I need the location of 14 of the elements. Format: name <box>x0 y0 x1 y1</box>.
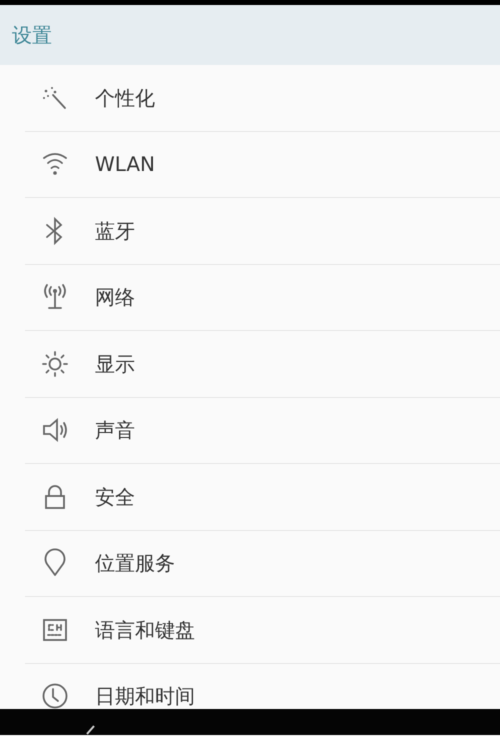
screen-title: 设置 <box>12 22 52 49</box>
back-icon[interactable] <box>84 724 96 734</box>
sun-icon <box>40 348 70 379</box>
settings-item[interactable]: 显示 <box>25 331 500 398</box>
settings-item[interactable]: 个性化 <box>25 65 500 132</box>
settings-item[interactable]: 安全 <box>25 464 500 530</box>
settings-item[interactable]: WLAN <box>25 132 500 198</box>
settings-item[interactable]: 网络 <box>25 264 500 331</box>
clock-icon <box>40 680 70 710</box>
settings-item[interactable]: 语言和键盘 <box>25 597 500 664</box>
settings-item[interactable]: 蓝牙 <box>25 198 500 264</box>
settings-item[interactable]: 位置服务 <box>25 530 500 597</box>
settings-item[interactable]: 日期和时间 <box>25 664 500 708</box>
settings-item[interactable]: 声音 <box>25 398 500 464</box>
